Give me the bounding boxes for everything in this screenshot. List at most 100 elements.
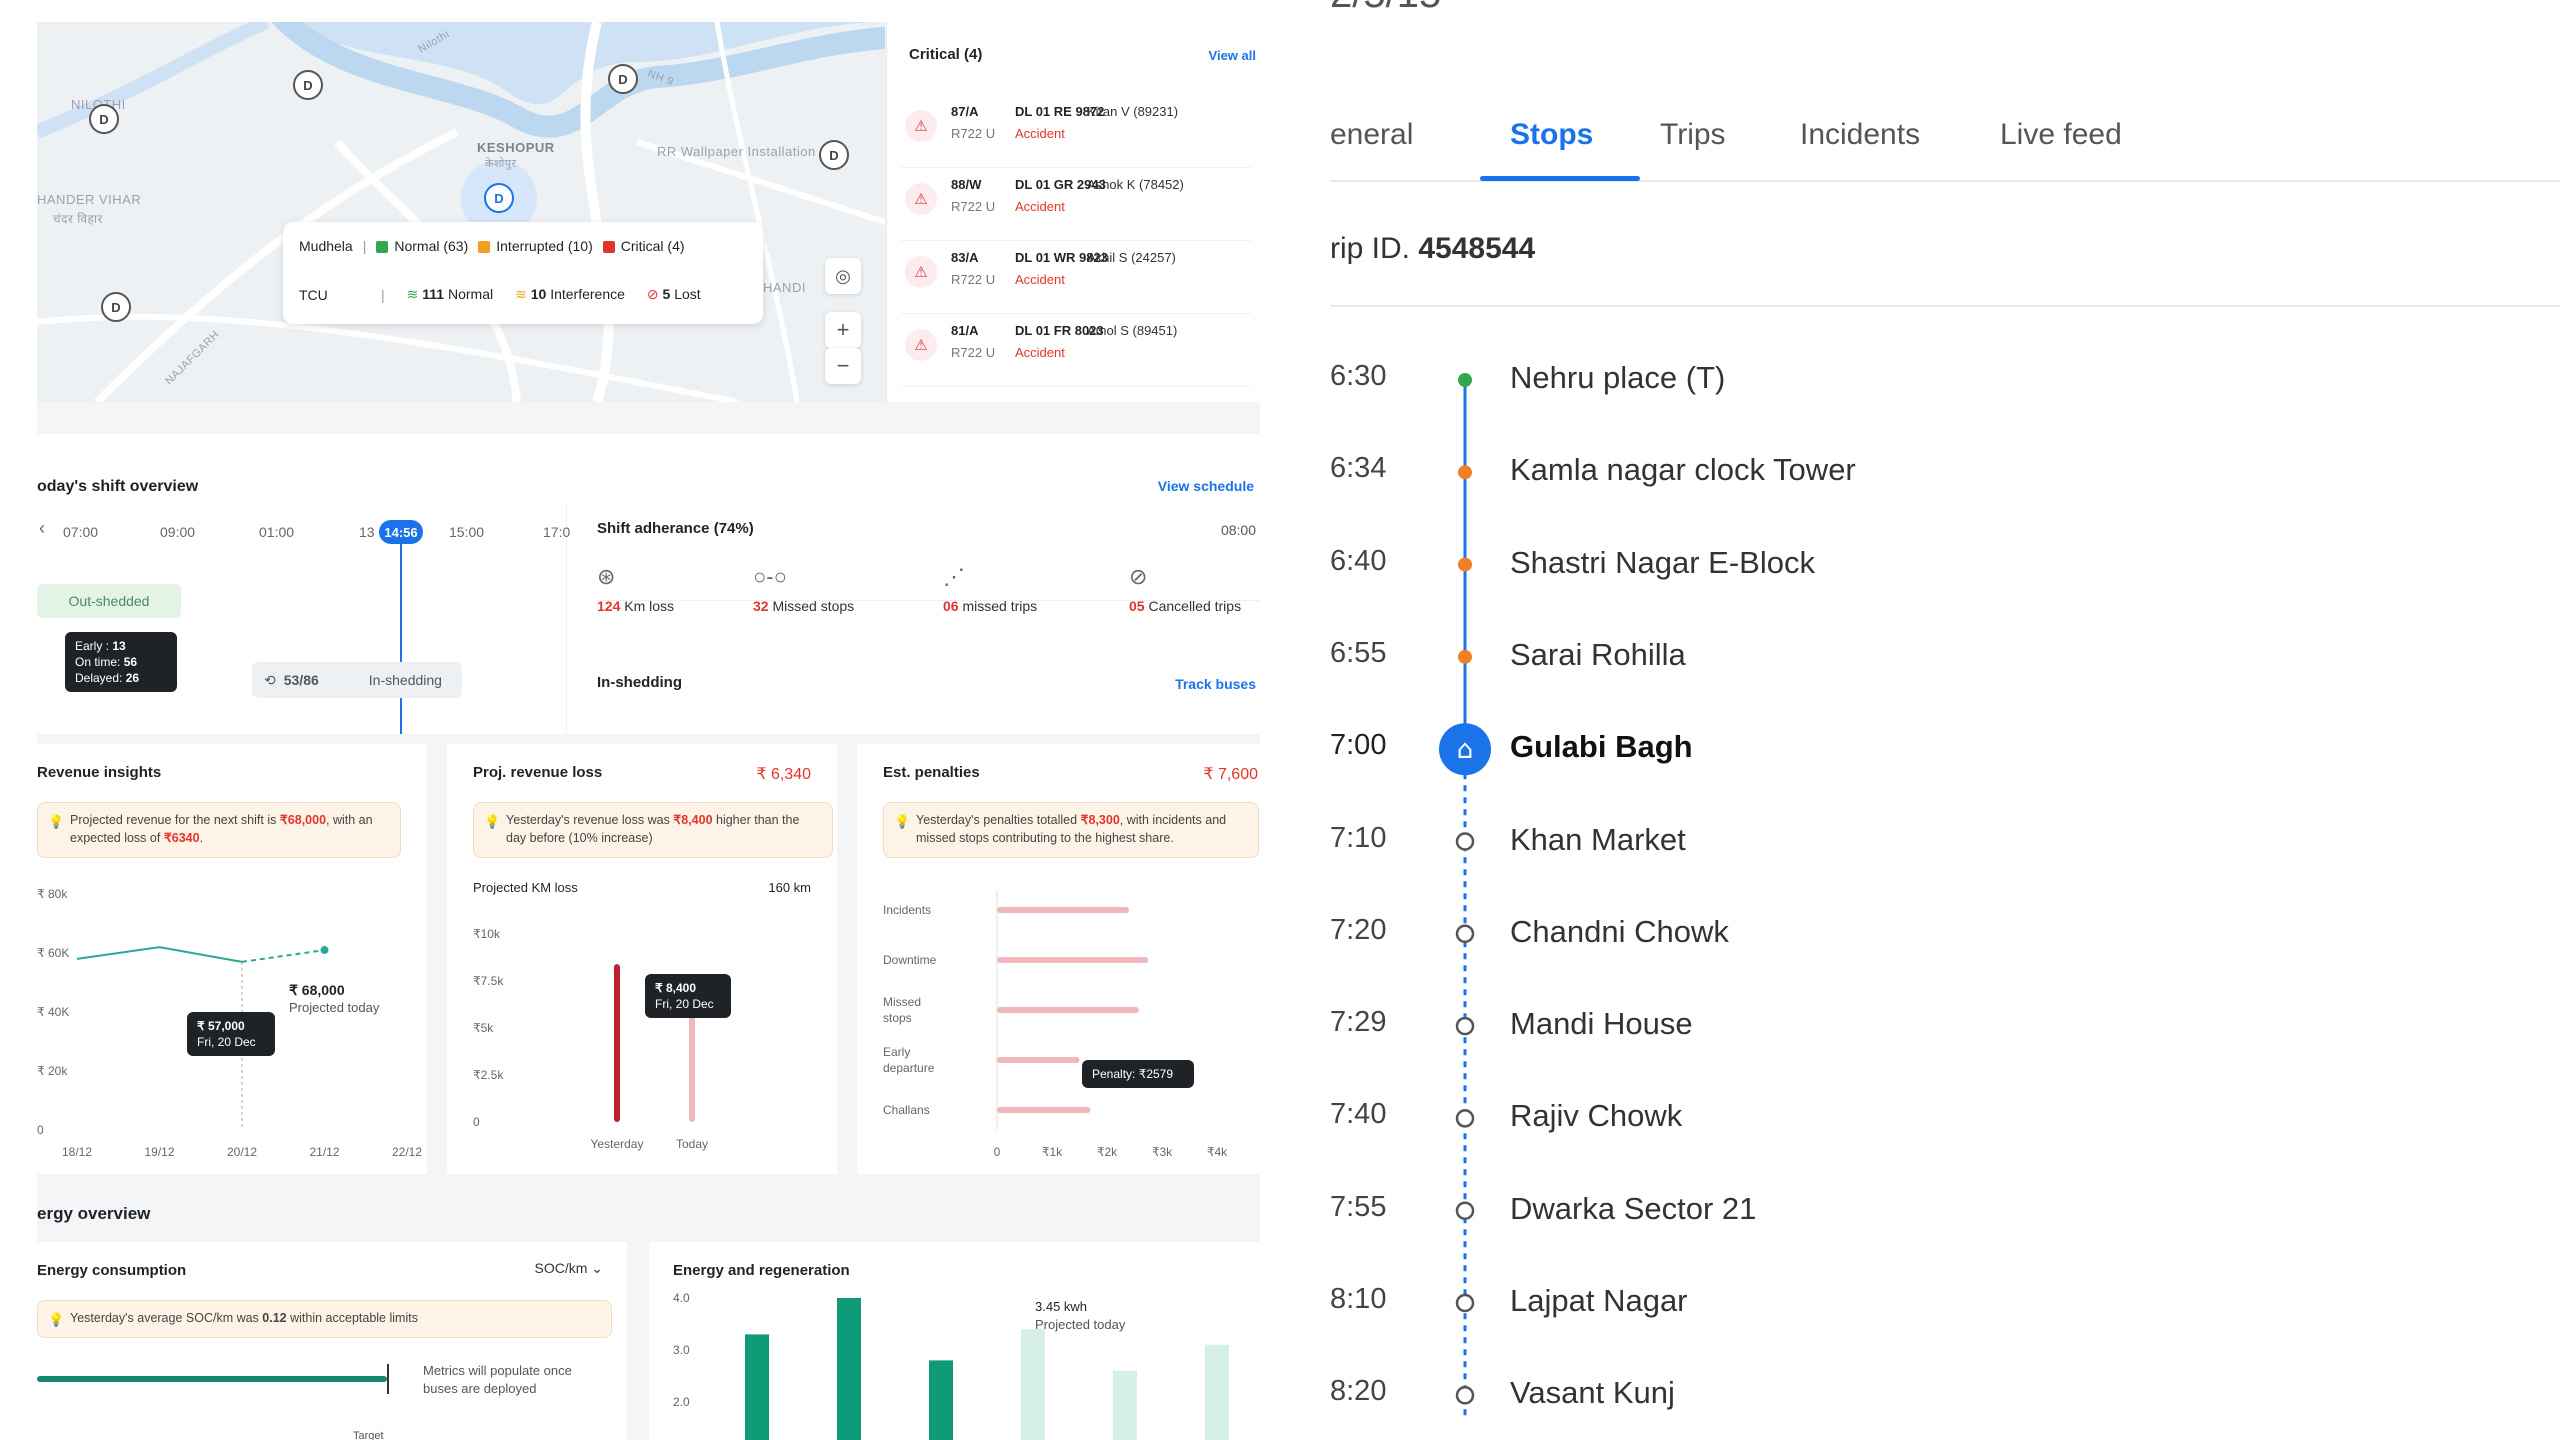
projected-point bbox=[320, 946, 329, 955]
y-tick-label: 4.0 bbox=[673, 1292, 690, 1305]
time-tick: 17:0 bbox=[543, 524, 571, 540]
stop-dot bbox=[1455, 1386, 1475, 1405]
depot-marker-selected[interactable]: D bbox=[484, 183, 514, 213]
legend-row-label: TCU bbox=[299, 286, 328, 303]
x-tick-label: Today bbox=[676, 1137, 708, 1151]
map-label: चंदर विहार bbox=[53, 212, 103, 226]
category-label: Missed bbox=[883, 995, 921, 1009]
route-sub: R722 U bbox=[951, 345, 996, 360]
critical-item[interactable]: ⚠ 88/W R722 U DL 01 GR 2943 Accident Ashok K … bbox=[901, 173, 1251, 241]
driver-name: Akhil S (24257) bbox=[1087, 250, 1176, 265]
critical-item[interactable]: ⚠ 83/A R722 U DL 01 WR 9823 Accident Akhil S … bbox=[901, 246, 1251, 314]
revenue-insights-card: Revenue insights 💡 Projected revenue for… bbox=[37, 744, 427, 1174]
legend-row-mudhela: Mudhela | Normal (63) Interrupted (10) C… bbox=[299, 238, 685, 254]
y-tick-label: ₹5k bbox=[473, 1021, 494, 1035]
x-tick-label: ₹3k bbox=[1152, 1145, 1173, 1159]
locate-icon[interactable]: ◎ bbox=[825, 258, 861, 294]
x-tick-label: ₹4k bbox=[1207, 1145, 1228, 1159]
chevron-down-icon: ⌄ bbox=[591, 1260, 603, 1276]
y-tick-label: 0 bbox=[473, 1115, 480, 1129]
stop-dot bbox=[1455, 1109, 1475, 1128]
depot-marker[interactable]: D bbox=[89, 104, 119, 134]
penalties-card: Est. penalties ₹ 7,600 💡 Yesterday's pen… bbox=[857, 744, 1260, 1174]
energy-regen-chart[interactable]: 4.03.02.01.0 bbox=[649, 1292, 1260, 1440]
view-schedule-link[interactable]: View schedule bbox=[1158, 478, 1254, 494]
legend-critical[interactable]: Critical (4) bbox=[602, 238, 685, 254]
energy-bar bbox=[745, 1334, 769, 1440]
penalty-tooltip: Penalty: ₹2579 bbox=[1082, 1060, 1194, 1088]
tcu-interference[interactable]: ≋ 10 Interference bbox=[515, 286, 625, 303]
stop-dot bbox=[1455, 832, 1475, 851]
penalty-bar bbox=[997, 1007, 1139, 1013]
divider: | bbox=[381, 286, 385, 303]
revenue-loss-card: Proj. revenue loss ₹ 6,340 💡 Yesterday's… bbox=[447, 744, 837, 1174]
in-shedding-title: In-shedding bbox=[597, 674, 682, 691]
energy-bar bbox=[1205, 1344, 1229, 1440]
penalties-value: ₹ 7,600 bbox=[1203, 766, 1258, 783]
adherance-time: 08:00 bbox=[1220, 522, 1256, 538]
view-all-link[interactable]: View all bbox=[1209, 48, 1256, 63]
bulb-icon: 💡 bbox=[48, 814, 65, 829]
tcu-lost[interactable]: ⊘ 5 Lost bbox=[647, 286, 701, 303]
divider bbox=[597, 600, 1260, 601]
out-shedded-bar[interactable]: Out-shedded bbox=[37, 584, 181, 618]
metric-missed-trips: ⋰ 06 missed trips bbox=[943, 564, 1038, 614]
legend-interrupted[interactable]: Interrupted (10) bbox=[478, 238, 593, 254]
km-loss-value: 160 km bbox=[768, 880, 811, 895]
screen: NILOTHI KESHOPUR केशोपुर RR Wallpaper In… bbox=[0, 0, 2560, 1440]
zoom-out-button[interactable]: − bbox=[825, 348, 861, 384]
metric-cancelled-trips: ⊘ 05 Cancelled trips bbox=[1129, 564, 1242, 614]
critical-item[interactable]: ⚠ 87/A R722 U DL 01 RE 9872 Accident Kiran V … bbox=[901, 100, 1251, 168]
depot-marker[interactable]: D bbox=[293, 70, 323, 100]
regen-title: Energy and regeneration bbox=[673, 1262, 850, 1279]
y-tick-label: ₹ 20k bbox=[37, 1064, 68, 1078]
x-tick-label: ₹2k bbox=[1097, 1145, 1118, 1159]
tab-live-feed[interactable]: Live feed bbox=[2000, 118, 2122, 152]
depot-marker[interactable]: D bbox=[819, 140, 849, 170]
in-shedding-bar[interactable]: ⟲ 53/86 In-shedding bbox=[252, 662, 462, 698]
y-tick-label: ₹7.5k bbox=[473, 974, 504, 988]
stop-dot bbox=[1458, 557, 1472, 572]
warning-icon: ⚠ bbox=[905, 256, 937, 288]
cancel-icon: ⊘ bbox=[1129, 564, 1148, 589]
warning-icon: ⚠ bbox=[905, 329, 937, 361]
track-buses-link[interactable]: Track buses bbox=[1175, 676, 1256, 692]
unit-select[interactable]: SOC/km ⌄ bbox=[534, 1260, 603, 1277]
warning-icon: ⚠ bbox=[905, 183, 937, 215]
driver-name: Ashok K (78452) bbox=[1087, 177, 1184, 192]
x-tick-label: 20/12 bbox=[227, 1145, 257, 1159]
bulb-icon: 💡 bbox=[484, 814, 501, 829]
tcu-normal[interactable]: ≋ 111 Normal bbox=[407, 286, 493, 303]
shift-overview: oday's shift overview View schedule ‹ 07… bbox=[37, 434, 1260, 734]
penalties-chart[interactable]: 0 ₹1k ₹2k ₹3k ₹4k Incidents Downtime Missed stop… bbox=[857, 874, 1260, 1174]
bulb-icon: 💡 bbox=[894, 814, 911, 829]
tab-trips[interactable]: Trips bbox=[1660, 118, 1726, 152]
shift-timeline[interactable]: ‹ 07:00 09:00 01:00 13 15:00 17:0 14:56 … bbox=[37, 504, 571, 734]
status-label: Accident bbox=[1015, 126, 1065, 141]
route-number: 81/A bbox=[951, 323, 979, 338]
revenue-title: Revenue insights bbox=[37, 764, 162, 781]
target-label: Target bbox=[353, 1430, 384, 1440]
y-tick-label: 3.0 bbox=[673, 1343, 690, 1357]
map-label: KESHOPUR bbox=[477, 140, 555, 155]
depot-marker[interactable]: D bbox=[608, 64, 638, 94]
warning-icon: ⚠ bbox=[905, 110, 937, 142]
legend-normal[interactable]: Normal (63) bbox=[376, 238, 468, 254]
driver-name: Kiran V (89231) bbox=[1087, 104, 1179, 119]
wifi-weak-icon: ≋ bbox=[515, 286, 527, 302]
zoom-in-button[interactable]: + bbox=[825, 312, 861, 348]
km-loss-chart[interactable]: ₹10k ₹7.5k ₹5k ₹2.5k 0 Yesterday Today bbox=[447, 914, 837, 1174]
km-loss-subtitle: Projected KM loss bbox=[473, 880, 578, 895]
category-label: departure bbox=[883, 1061, 935, 1075]
out-shedded-tooltip: Early : 13 On time: 56 Delayed: 26 bbox=[65, 632, 177, 692]
penalties-note: 💡 Yesterday's penalties totalled ₹8,300,… bbox=[883, 802, 1259, 858]
time-tick: 01:00 bbox=[259, 524, 295, 540]
critical-item[interactable]: ⚠ 81/A R722 U DL 01 FR 8023 Accident Amol S (… bbox=[901, 319, 1251, 387]
route-sub: R722 U bbox=[951, 272, 996, 287]
tab-incidents[interactable]: Incidents bbox=[1800, 118, 1920, 152]
status-label: Accident bbox=[1015, 345, 1065, 360]
chevron-left-icon[interactable]: ‹ bbox=[39, 518, 45, 539]
live-map[interactable]: NILOTHI KESHOPUR केशोपुर RR Wallpaper In… bbox=[37, 22, 885, 402]
depot-marker[interactable]: D bbox=[101, 292, 131, 322]
projected-value: ₹ 68,000 Projected today bbox=[289, 982, 380, 1015]
